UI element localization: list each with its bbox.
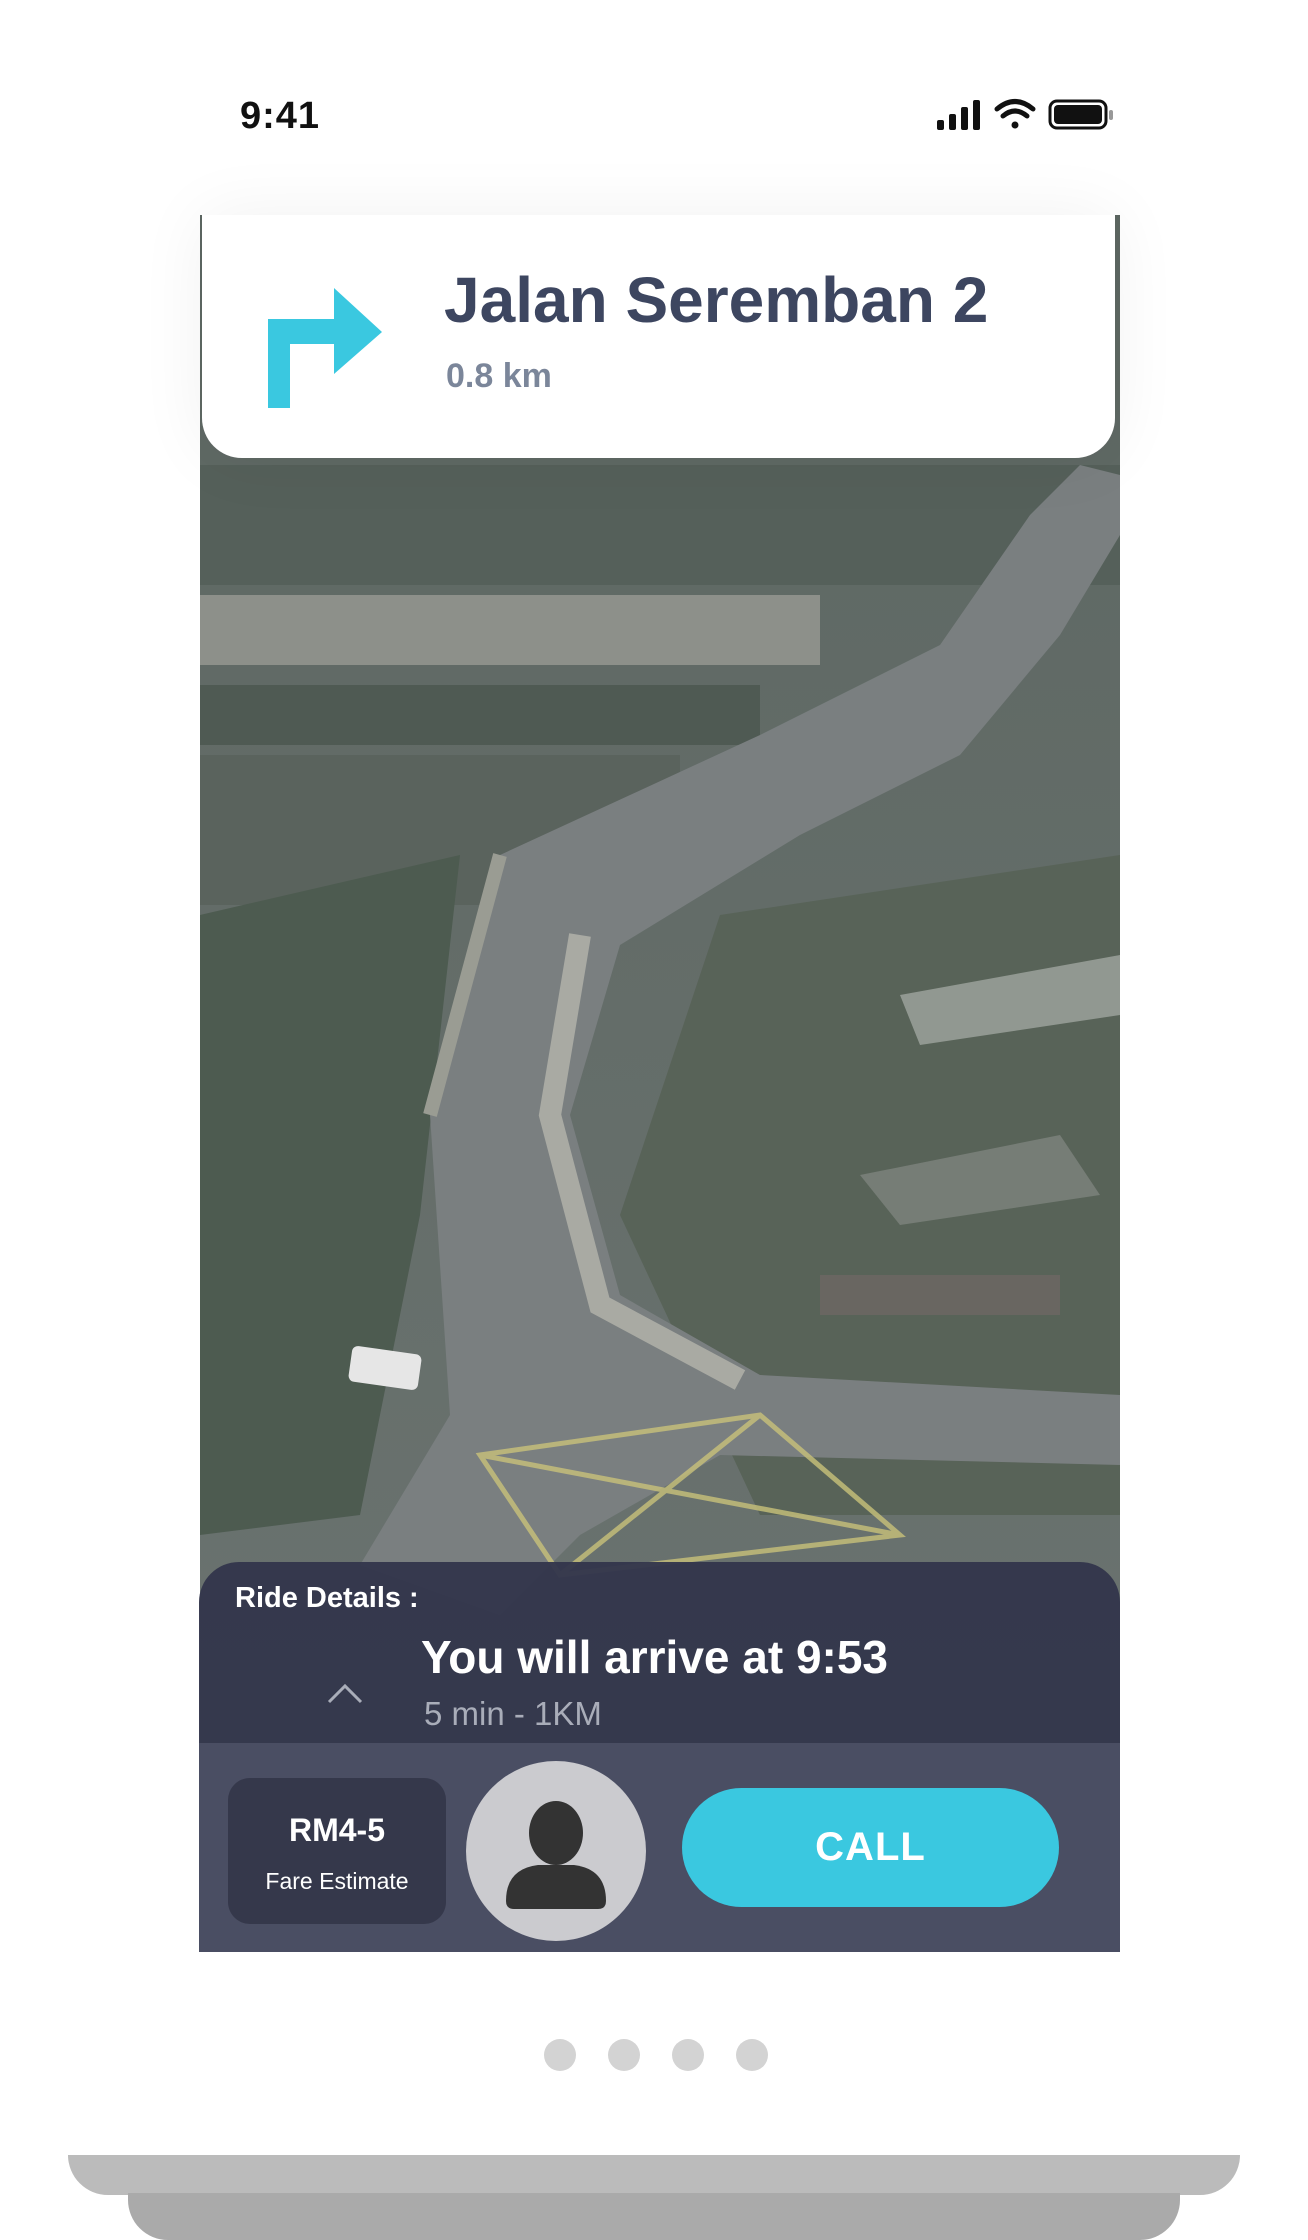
device-base-shadow <box>128 2193 1180 2240</box>
status-icons <box>937 99 1113 130</box>
page-dot[interactable] <box>608 2039 640 2071</box>
status-time: 9:41 <box>240 95 321 137</box>
chevron-up-icon[interactable] <box>327 1682 363 1704</box>
ride-details-panel[interactable]: Ride Details : You will arrive at 9:53 5… <box>199 1562 1120 1752</box>
fare-label: Fare Estimate <box>265 1868 409 1894</box>
eta-detail: 5 min - 1KM <box>424 1695 602 1732</box>
person-avatar-icon <box>506 1801 606 1909</box>
fare-value: RM4-5 <box>288 1812 385 1848</box>
call-button[interactable]: CALL <box>682 1788 1059 1907</box>
signal-icon <box>937 100 980 130</box>
page-dot[interactable] <box>736 2039 768 2071</box>
fare-estimate-box: RM4-5 Fare Estimate <box>228 1778 446 1924</box>
action-bar: RM4-5 Fare Estimate CALL <box>199 1743 1120 1952</box>
street-name: Jalan Seremban 2 <box>444 264 989 336</box>
arrival-time-text: You will arrive at 9:53 <box>421 1631 889 1683</box>
battery-icon <box>1048 99 1113 130</box>
wifi-icon <box>994 99 1036 129</box>
distance-to-turn: 0.8 km <box>446 357 552 395</box>
driver-avatar[interactable] <box>466 1761 646 1941</box>
page-dot[interactable] <box>672 2039 704 2071</box>
pagination-dots <box>544 2039 774 2073</box>
ride-details-label: Ride Details : <box>235 1582 419 1614</box>
turn-right-arrow-icon <box>268 288 382 408</box>
page-dot[interactable] <box>544 2039 576 2071</box>
device-base <box>68 2155 1240 2195</box>
page: 9:41 Jalan Seremban 2 0.8 km Ride Detail… <box>0 0 1308 2240</box>
direction-card: Jalan Seremban 2 0.8 km <box>202 215 1115 458</box>
